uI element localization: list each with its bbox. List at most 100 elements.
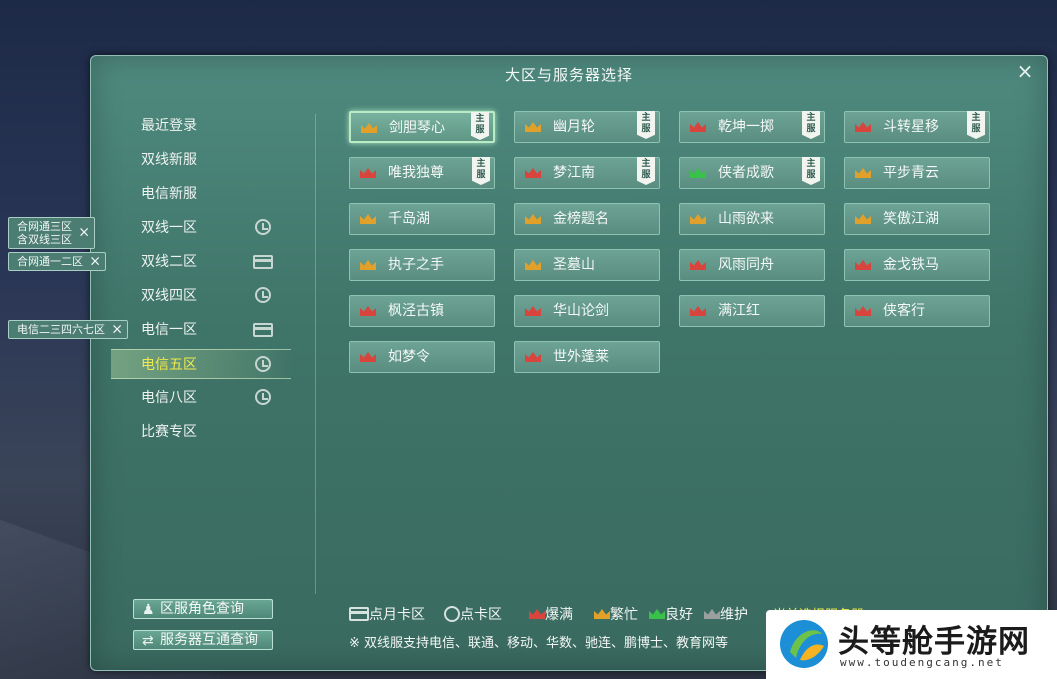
legend-full: 爆满 [529,604,573,624]
crown-icon [525,168,541,178]
server-button[interactable]: 世外蓬莱 [514,341,660,373]
user-icon: ♟ [142,602,155,618]
region-label: 电信五区 [141,357,197,373]
server-name: 世外蓬莱 [553,349,609,365]
crown-icon [855,260,871,270]
crown-icon [525,260,541,270]
server-button[interactable]: 如梦令 [349,341,495,373]
crown-icon [855,122,871,132]
watermark: 头等舱手游网 www.toudengcang.net [766,610,1057,679]
card-icon [349,607,369,621]
server-name: 侠者成歌 [718,165,774,181]
crown-icon [360,306,376,316]
legend-maintenance-label: 维护 [720,607,748,623]
clock-icon [255,389,271,405]
server-name: 枫泾古镇 [388,303,444,319]
clock-icon [444,606,460,622]
region-label: 电信一区 [141,322,197,338]
crown-icon [690,260,706,270]
crown-icon [361,123,377,133]
crown-icon [704,609,720,619]
server-button[interactable]: 山雨欲来 [679,203,825,235]
legend-point: 点卡区 [444,604,502,624]
region-label: 双线四区 [141,288,197,304]
close-button[interactable]: × [1015,61,1035,81]
card-icon [253,255,273,269]
server-button[interactable]: 金戈铁马 [844,249,990,281]
server-name: 笑傲江湖 [883,211,939,227]
server-button[interactable]: 剑胆琴心 主 服 [349,111,495,143]
server-button[interactable]: 梦江南 主 服 [514,157,660,189]
crown-icon [649,609,665,619]
server-button[interactable]: 斗转星移 主 服 [844,111,990,143]
merge-tag-text: 合网通一二区 [17,255,83,268]
server-button[interactable]: 乾坤一掷 主 服 [679,111,825,143]
server-button[interactable]: 金榜题名 [514,203,660,235]
merge-tag: 合网通一二区 × [8,252,106,271]
server-button[interactable]: 侠者成歌 主 服 [679,157,825,189]
merge-tag-text: 电信二三四六七区 [17,323,105,336]
network-note: ※ 双线服支持电信、联通、移动、华数、驰连、鹏博士、教育网等 [349,636,729,651]
server-name: 金戈铁马 [883,257,939,273]
server-name: 如梦令 [388,349,430,365]
merge-tag: 合网通三区 含双线三区 × [8,217,95,249]
server-button[interactable]: 华山论剑 [514,295,660,327]
region-item[interactable]: 电信新服 [111,179,291,209]
crown-icon [855,168,871,178]
crown-icon [855,214,871,224]
region-item[interactable]: 双线一区 [111,213,291,243]
server-button[interactable]: 唯我独尊 主 服 [349,157,495,189]
legend-busy: 繁忙 [594,604,638,624]
server-button[interactable]: 平步青云 [844,157,990,189]
main-server-badge: 主 服 [967,111,985,139]
server-button[interactable]: 执子之手 [349,249,495,281]
server-button[interactable]: 风雨同舟 [679,249,825,281]
crown-icon [525,352,541,362]
region-item[interactable]: 最近登录 [111,111,291,141]
server-button[interactable]: 千岛湖 [349,203,495,235]
server-button[interactable]: 枫泾古镇 [349,295,495,327]
legend-monthly: 点月卡区 [349,604,425,624]
server-query-button[interactable]: ⇄ 服务器互通查询 [133,630,273,650]
region-item[interactable]: 比赛专区 [111,417,291,447]
clock-icon [255,219,271,235]
server-select-dialog: 大区与服务器选择 × 最近登录 双线新服 电信新服 双线一区 双线二区 双线四区 电信一区电… [90,55,1048,671]
role-query-button[interactable]: ♟ 区服角色查询 [133,599,273,619]
main-server-badge: 主 服 [637,111,655,139]
server-button[interactable]: 圣墓山 [514,249,660,281]
crown-icon [360,168,376,178]
close-icon[interactable]: × [78,226,90,240]
server-name: 幽月轮 [553,119,595,135]
server-button[interactable]: 侠客行 [844,295,990,327]
server-button[interactable]: 笑傲江湖 [844,203,990,235]
crown-icon [525,122,541,132]
server-name: 华山论剑 [553,303,609,319]
server-query-label: 服务器互通查询 [160,632,258,648]
server-button[interactable]: 满江红 [679,295,825,327]
legend-good-label: 良好 [665,607,693,623]
watermark-logo-icon [780,620,828,668]
merge-tag-text: 合网通三区 含双线三区 [17,220,72,246]
region-item[interactable]: 双线新服 [111,145,291,175]
region-item[interactable]: 双线二区 [111,247,291,277]
crown-icon [360,260,376,270]
region-item[interactable]: 电信八区 [111,383,291,413]
divider [315,114,316,594]
server-name: 满江红 [718,303,760,319]
region-item[interactable]: 双线四区 [111,281,291,311]
close-icon[interactable]: × [89,254,101,268]
main-server-badge: 主 服 [802,157,820,185]
region-item[interactable]: 电信五区 [111,349,291,379]
server-name: 金榜题名 [553,211,609,227]
close-icon[interactable]: × [111,322,123,336]
region-label: 双线一区 [141,220,197,236]
region-item[interactable]: 电信一区 [111,315,291,345]
main-server-badge: 主 服 [472,157,490,185]
region-label: 电信八区 [141,390,197,406]
server-button[interactable]: 幽月轮 主 服 [514,111,660,143]
server-name: 千岛湖 [388,211,430,227]
crown-icon [360,214,376,224]
legend-monthly-label: 点月卡区 [369,607,425,623]
server-name: 斗转星移 [883,119,939,135]
server-name: 风雨同舟 [718,257,774,273]
